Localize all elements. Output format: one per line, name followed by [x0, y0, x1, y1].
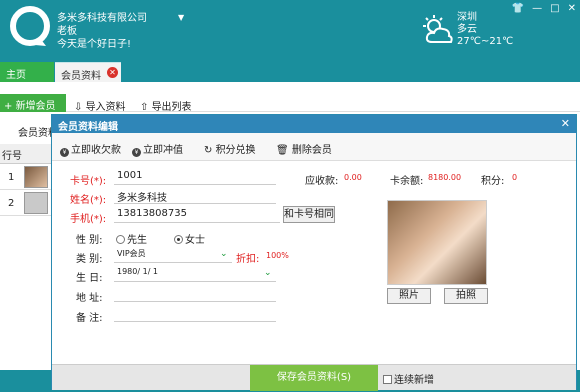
phone-label: 手机(*): [70, 214, 107, 225]
import-button[interactable]: ⇩ 导入资料 [74, 98, 126, 113]
refresh-icon: ↻ [204, 145, 216, 156]
member-grid: 行号 1 2 [0, 144, 52, 368]
yen-icon: ¥ [132, 148, 141, 157]
tab-member-label: 会员资料 [61, 71, 101, 82]
dialog-title-bar: 会员资料编辑 ✕ [52, 115, 576, 133]
maximize-icon[interactable]: □ [550, 3, 559, 14]
balance-label: 卡余额: [390, 176, 424, 187]
photo-button[interactable]: 照片 [387, 288, 431, 304]
import-label: 导入资料 [85, 102, 126, 113]
capture-button[interactable]: 拍照 [444, 288, 488, 304]
save-member-button[interactable]: 保存会员资料(S) [250, 365, 378, 391]
user-role: 老板 [57, 26, 77, 37]
member-thumbnail [24, 166, 48, 188]
receivable-label: 应收款: [305, 176, 339, 187]
collect-debt-label: 立即收欠款 [71, 145, 121, 156]
yen-icon: ¥ [60, 148, 69, 157]
export-button[interactable]: ⇧ 导出列表 [140, 98, 192, 113]
row-number: 2 [8, 198, 15, 209]
company-dropdown-icon[interactable]: ▼ [178, 13, 184, 22]
tab-bar: 主页 会员资料 ✕ [0, 62, 580, 82]
company-info: 多米多科技有限公司 老板 今天是个好日子! [57, 12, 147, 51]
same-as-card-button[interactable]: 和卡号相同 [283, 206, 335, 223]
gender-label: 性 别: [76, 235, 103, 246]
close-icon[interactable]: ✕ [568, 3, 576, 14]
radio-male[interactable] [116, 235, 125, 244]
type-label: 类 别: [76, 254, 103, 265]
table-row[interactable]: 1 [0, 164, 51, 190]
main-toolbar: + 新增会员 ⇩ 导入资料 ⇧ 导出列表 [0, 82, 580, 113]
column-row-number: 行号 [0, 144, 51, 164]
discount-label: 折扣: [236, 254, 260, 265]
import-icon: ⇩ [74, 102, 86, 113]
cloudy-weather-icon [423, 15, 453, 43]
card-field[interactable]: 1001 [114, 168, 276, 185]
points-exchange-button[interactable]: ↻ 积分兑换 [204, 141, 256, 156]
collect-debt-button[interactable]: ¥ 立即收欠款 [60, 141, 121, 157]
name-field[interactable]: 多米多科技 [114, 187, 276, 204]
skin-icon[interactable]: 👕 [512, 3, 524, 14]
dialog-footer: 保存会员资料(S) 连续新增 [52, 364, 576, 391]
member-edit-dialog: 会员资料编辑 ✕ ¥ 立即收欠款 ¥ 立即冲值 ↻ 积分兑换 🗑 删除会员 卡号(*… [51, 114, 577, 391]
points-value: 0 [512, 173, 518, 182]
discount-value: 100% [266, 251, 289, 260]
phone-field[interactable]: 13813808735 [114, 206, 280, 223]
continue-add-option[interactable]: 连续新增 [383, 371, 434, 386]
chevron-down-icon[interactable]: ⌄ [264, 268, 272, 278]
type-select[interactable]: VIP会员 [114, 246, 232, 263]
weather-info: 深圳 多云 27℃~21℃ [457, 12, 513, 48]
receivable-value: 0.00 [344, 173, 362, 182]
address-field[interactable] [114, 285, 276, 302]
points-label: 积分: [481, 176, 505, 187]
continue-add-label: 连续新增 [394, 375, 434, 386]
birthday-label: 生 日: [76, 273, 103, 284]
gender-male-option[interactable]: 先生 [116, 231, 147, 246]
note-label: 备 注: [76, 313, 103, 324]
window-controls: 👕 — □ ✕ [512, 3, 576, 14]
gender-female-label: 女士 [185, 235, 205, 246]
tab-home[interactable]: 主页 [0, 62, 54, 82]
minimize-icon[interactable]: — [532, 3, 542, 14]
weather-condition: 多云 [457, 24, 477, 35]
greeting-text: 今天是个好日子! [57, 39, 132, 50]
weather-city: 深圳 [457, 12, 477, 23]
delete-member-button[interactable]: 🗑 删除会员 [276, 141, 332, 156]
note-field[interactable] [114, 305, 276, 322]
points-exchange-label: 积分兑换 [215, 145, 256, 156]
trash-icon: 🗑 [276, 145, 292, 156]
chevron-down-icon[interactable]: ⌄ [220, 249, 228, 259]
app-header: 多米多科技有限公司 老板 今天是个好日子! ▼ 深圳 多云 27℃~21℃ 👕 … [0, 0, 580, 62]
table-row[interactable]: 2 [0, 190, 51, 216]
app-logo-icon [10, 6, 50, 46]
delete-member-label: 删除会员 [291, 145, 332, 156]
radio-female[interactable] [174, 235, 183, 244]
dialog-toolbar: ¥ 立即收欠款 ¥ 立即冲值 ↻ 积分兑换 🗑 删除会员 [52, 133, 576, 161]
birthday-field[interactable]: 1980/ 1/ 1 [114, 265, 276, 282]
row-number: 1 [8, 172, 15, 183]
new-member-button[interactable]: + 新增会员 [0, 94, 66, 112]
member-photo [387, 200, 487, 285]
name-label: 姓名(*): [70, 195, 107, 206]
gender-female-option[interactable]: 女士 [174, 231, 205, 246]
company-name: 多米多科技有限公司 [57, 13, 147, 24]
dialog-title: 会员资料编辑 [58, 122, 118, 133]
weather-temp: 27℃~21℃ [457, 36, 514, 47]
export-label: 导出列表 [151, 102, 192, 113]
tab-close-icon[interactable]: ✕ [107, 67, 118, 78]
member-thumbnail [24, 192, 48, 214]
export-icon: ⇧ [140, 102, 152, 113]
new-member-label: 新增会员 [15, 101, 56, 112]
card-label: 卡号(*): [70, 176, 107, 187]
gender-male-label: 先生 [127, 235, 147, 246]
continue-add-checkbox[interactable] [383, 375, 392, 384]
recharge-label: 立即冲值 [143, 145, 183, 156]
balance-value: 8180.00 [428, 173, 462, 182]
tab-member[interactable]: 会员资料 ✕ [55, 62, 121, 82]
recharge-button[interactable]: ¥ 立即冲值 [132, 141, 183, 157]
plus-icon: + [4, 101, 16, 112]
address-label: 地 址: [76, 293, 103, 304]
dialog-close-icon[interactable]: ✕ [561, 117, 570, 130]
